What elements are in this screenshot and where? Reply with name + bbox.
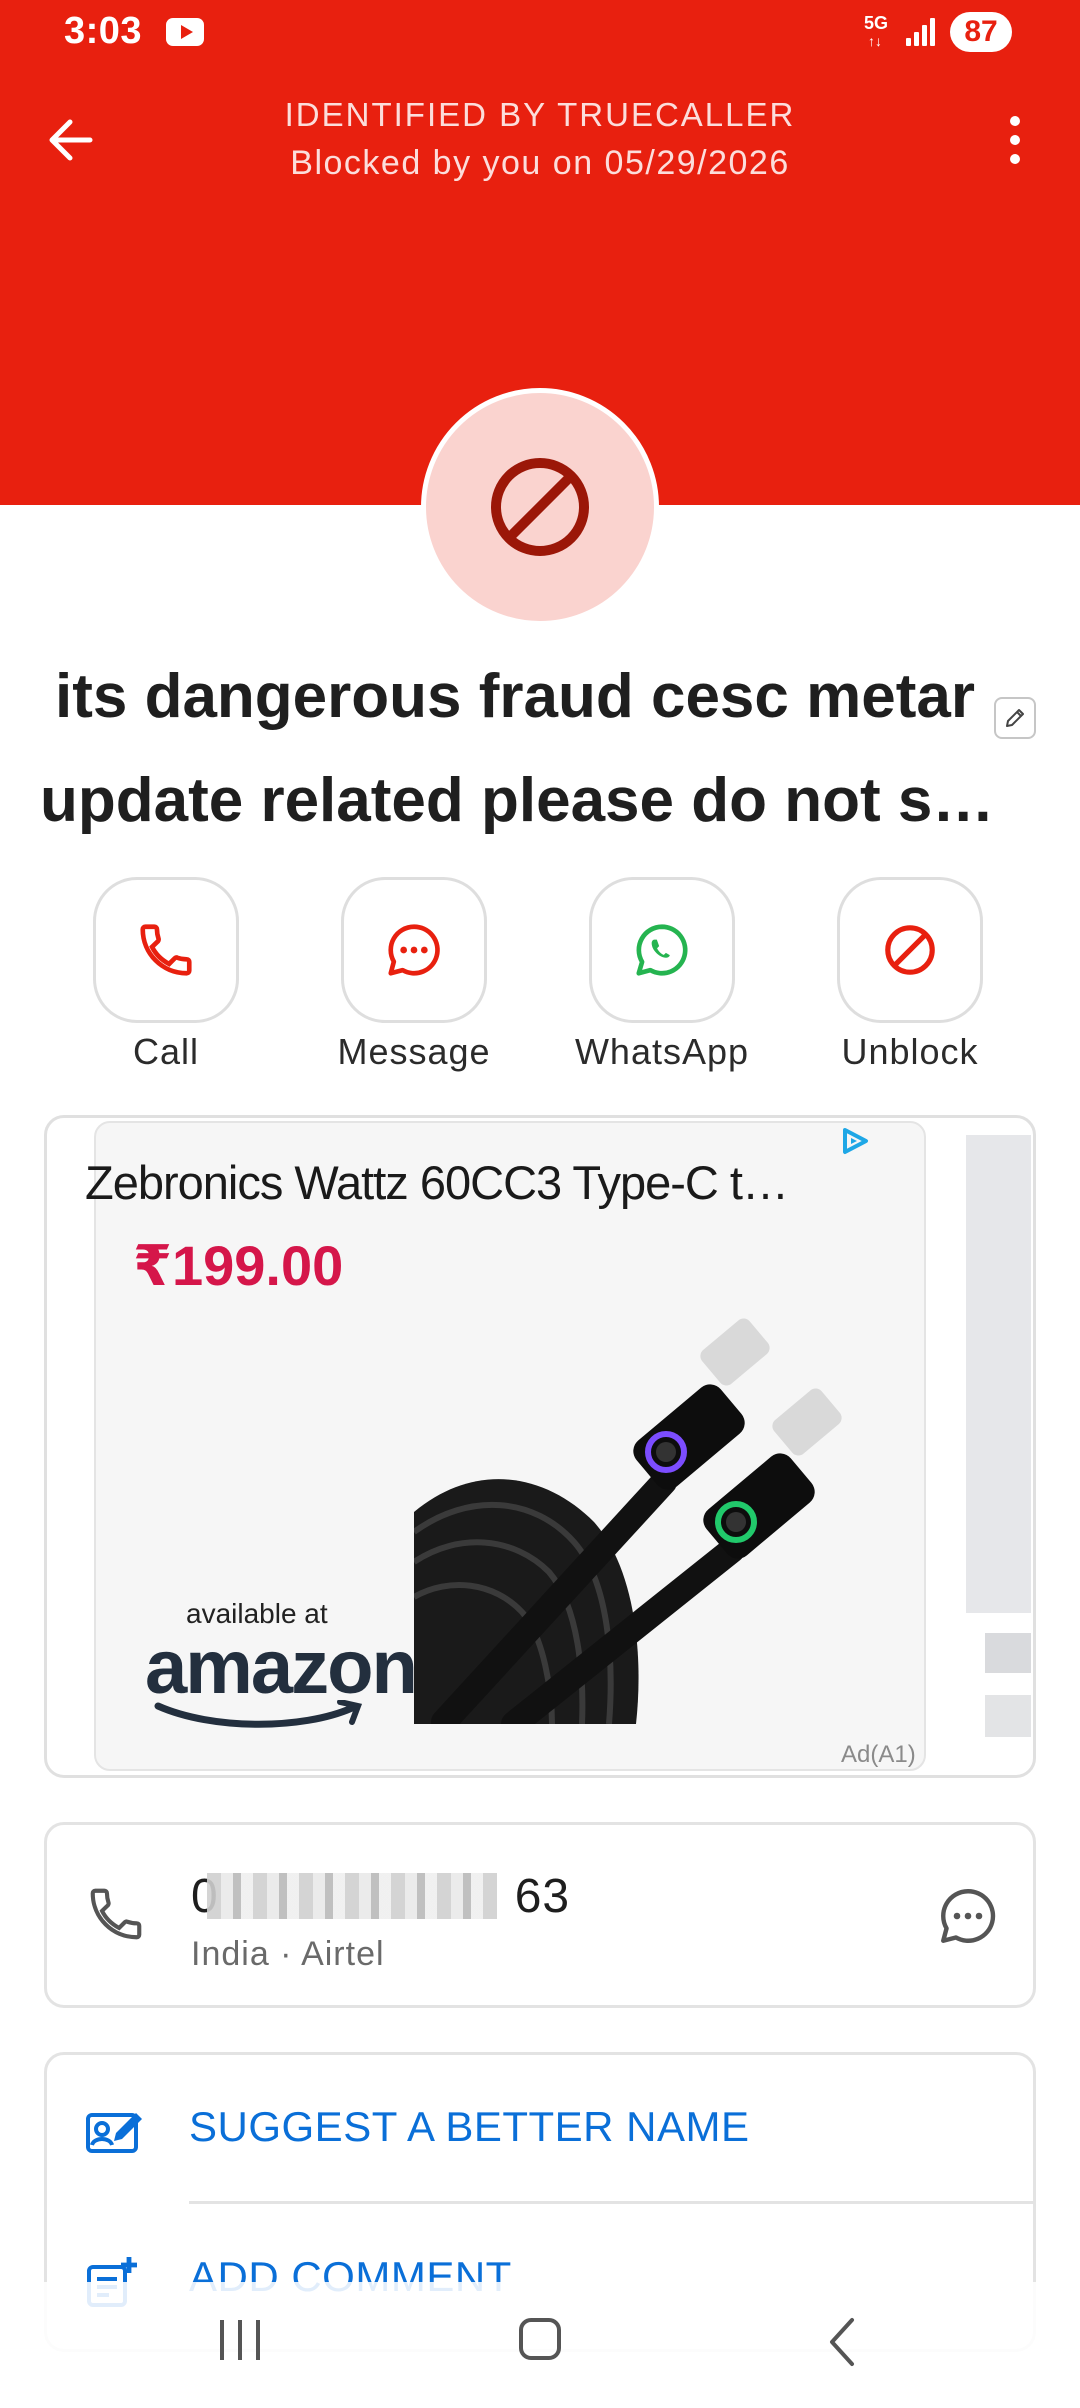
ad-label: Ad(A1) <box>841 1741 916 1768</box>
pencil-icon <box>1006 709 1024 727</box>
call-button[interactable]: Call <box>76 877 256 1073</box>
divider <box>189 2201 1033 2204</box>
menu-dot <box>1010 154 1020 164</box>
unblock-label: Unblock <box>841 1031 979 1072</box>
network-type: 5G <box>864 13 889 33</box>
ad-side-panel <box>985 1633 1031 1673</box>
phone-number-card[interactable]: 0 63 India · Airtel <box>44 1822 1036 2008</box>
whatsapp-icon <box>636 924 688 976</box>
chat-icon[interactable] <box>935 1883 1001 1949</box>
status-bar: 3:03 5G ↑↓ 87 <box>0 0 1080 64</box>
home-button[interactable] <box>519 2318 561 2360</box>
blocked-icon <box>491 458 589 556</box>
suggest-name-label: SUGGEST A BETTER NAME <box>189 2103 750 2150</box>
ad-title[interactable]: Zebronics Wattz 60CC3 Type-C t… <box>85 1155 789 1210</box>
status-time: 3:03 <box>64 10 143 52</box>
signal-icon <box>904 16 938 46</box>
more-options-button[interactable] <box>996 110 1036 170</box>
contact-name-line: its dangerous fraud cesc metar <box>55 662 975 731</box>
usb-cable-image <box>414 1318 842 1724</box>
blocked-date-label: Blocked by you on 05/29/2026 <box>290 144 790 182</box>
message-button-circle <box>341 877 487 1023</box>
unblock-button-circle <box>837 877 983 1023</box>
system-navigation-bar <box>0 2282 1080 2408</box>
message-button[interactable]: Message <box>324 877 504 1073</box>
whatsapp-button[interactable]: WhatsApp <box>572 877 752 1073</box>
phone-icon <box>90 1888 142 1940</box>
redacted-digits <box>207 1873 497 1919</box>
nav-back-icon[interactable] <box>822 2314 862 2370</box>
carrier-location: India · Airtel <box>191 1935 385 1973</box>
ad-side-panel <box>985 1695 1031 1737</box>
contact-name-line: update related please do not s… <box>40 766 990 835</box>
ad-side-panel <box>966 1135 1031 1613</box>
battery-indicator: 87 <box>950 12 1012 52</box>
call-label: Call <box>132 1031 199 1072</box>
suggest-name-row[interactable]: SUGGEST A BETTER NAME <box>47 2055 1033 2205</box>
amazon-logo: amazon <box>145 1625 418 1710</box>
message-label: Message <box>337 1031 491 1072</box>
amazon-smile-icon <box>154 1700 363 1728</box>
block-icon <box>885 925 935 975</box>
unblock-button[interactable]: Unblock <box>820 877 1000 1073</box>
ad-price: ₹199.00 <box>133 1234 344 1297</box>
data-activity-icon: ↑↓ <box>868 33 882 49</box>
call-button-circle <box>93 877 239 1023</box>
phone-number-suffix: 63 <box>514 1870 571 1923</box>
whatsapp-button-circle <box>589 877 735 1023</box>
menu-dot <box>1010 135 1020 145</box>
identified-by-label: IDENTIFIED BY TRUECALLER <box>284 96 796 133</box>
suggest-name-icon <box>86 2113 142 2153</box>
phone-icon <box>140 924 192 976</box>
recent-apps-button[interactable] <box>218 2316 264 2366</box>
chat-icon <box>388 924 440 976</box>
adchoices-icon[interactable] <box>838 1126 872 1156</box>
youtube-icon <box>166 18 204 46</box>
whatsapp-label: WhatsApp <box>574 1031 750 1072</box>
contact-name: its dangerous fraud cesc metar update re… <box>40 645 990 853</box>
avatar <box>421 388 659 626</box>
edit-name-button[interactable] <box>994 697 1036 739</box>
menu-dot <box>1010 116 1020 126</box>
